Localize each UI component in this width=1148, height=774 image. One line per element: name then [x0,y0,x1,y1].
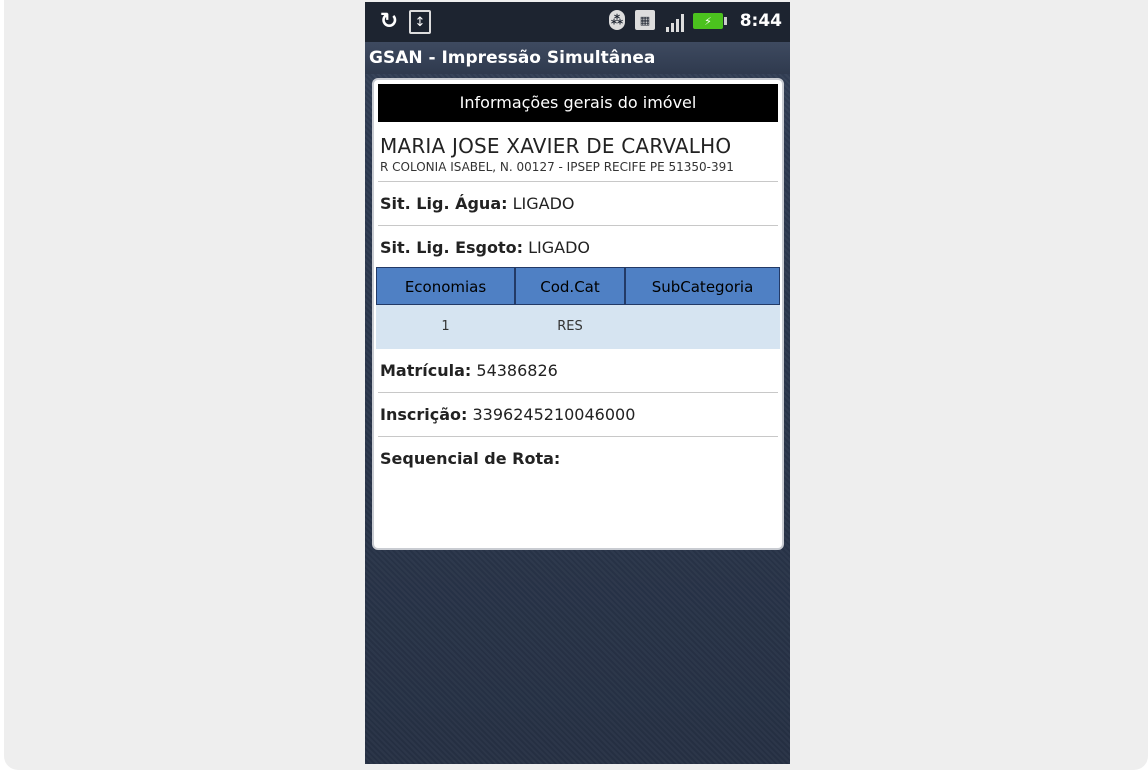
inscricao-label: Inscrição: [380,405,468,424]
property-info-card: Informações gerais do imóvel MARIA JOSE … [372,78,784,550]
bluetooth-icon: ⁂ [609,10,625,30]
battery-charging-icon: ⚡ [693,13,727,29]
phone-screen: ↻ ↕ ⁂ ▦ ⚡ 8:44 GSAN - Impressão Simultân… [365,2,790,764]
divider [378,392,778,393]
card-header: Informações gerais do imóvel [378,84,778,122]
sync-icon: ↻ [379,8,399,34]
inscricao-field: Inscrição: 3396245210046000 [374,399,782,430]
usb-icon: ↕ [409,10,431,34]
table-cell: RES [557,319,583,334]
sewer-connection-field: Sit. Lig. Esgoto: LIGADO [374,232,782,263]
app-title: GSAN - Impressão Simultânea [365,42,790,74]
matricula-value: 54386826 [476,361,558,380]
owner-address: R COLONIA ISABEL, N. 00127 - IPSEP RECIF… [380,160,734,174]
sdcard-icon: ▦ [635,10,655,30]
signal-icon [663,10,687,32]
table-row: 1 RES [376,305,780,349]
divider [378,225,778,226]
sequencial-rota-label: Sequencial de Rota: [380,449,561,468]
table-header: Economias Cod.Cat SubCategoria [376,267,780,305]
inscricao-value: 3396245210046000 [472,405,636,424]
sequencial-rota-field: Sequencial de Rota: [374,443,782,474]
sewer-connection-label: Sit. Lig. Esgoto: [380,238,524,257]
matricula-field: Matrícula: 54386826 [374,349,782,386]
category-table: Economias Cod.Cat SubCategoria 1 RES [376,267,780,349]
divider [378,436,778,437]
water-connection-field: Sit. Lig. Água: LIGADO [374,188,782,219]
column-header-cod-cat: Cod.Cat [515,267,625,305]
divider [378,181,778,182]
owner-name: MARIA JOSE XAVIER DE CARVALHO [380,134,732,158]
water-connection-label: Sit. Lig. Água: [380,194,508,213]
sewer-connection-value: LIGADO [528,238,591,257]
status-clock: 8:44 [739,11,782,31]
table-cell [625,305,780,349]
water-connection-value: LIGADO [512,194,575,213]
matricula-label: Matrícula: [380,361,472,380]
column-header-subcategoria: SubCategoria [625,267,780,305]
status-bar: ↻ ↕ ⁂ ▦ ⚡ 8:44 [365,2,790,42]
table-cell: 1 [441,319,450,334]
column-header-economias: Economias [376,267,515,305]
